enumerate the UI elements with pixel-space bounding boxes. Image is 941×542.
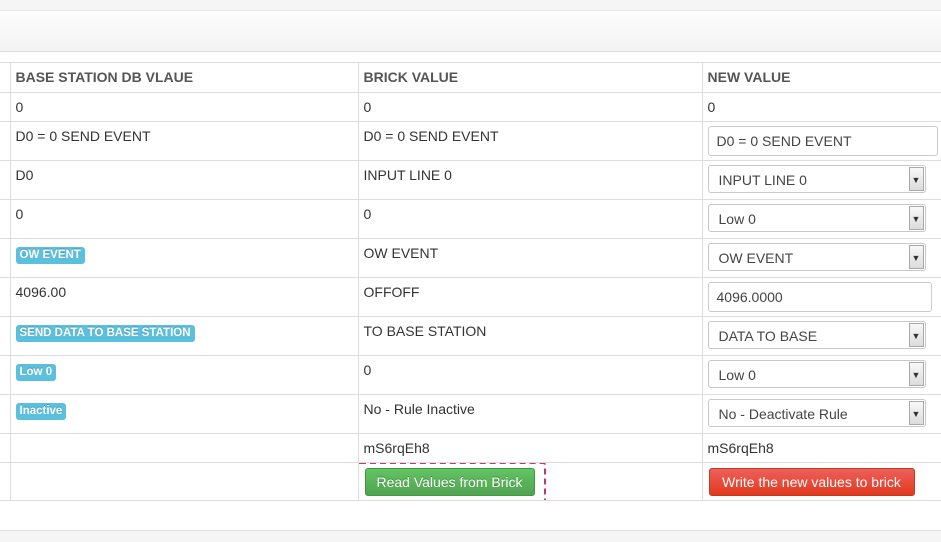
row-label-cell [0,463,10,502]
db-value-cell: Low 0 [10,356,358,395]
brick-value-cell: OW EVENT [358,239,702,278]
brick-value-cell: 0 [358,356,702,395]
threshold-input[interactable]: 4096.0000 [708,282,932,312]
db-value-cell: 0 [10,200,358,239]
db-value-cell [10,434,358,463]
select-value: OW EVENT [719,244,794,272]
rule-active-select[interactable]: No - Deactivate Rule ▼ [708,399,926,427]
chevron-down-icon[interactable]: ▼ [909,245,924,269]
brick-value-cell: No - Rule Inactive [358,395,702,434]
chevron-down-icon[interactable]: ▼ [909,401,924,425]
new-value-cell: DATA TO BASE ▼ [702,317,941,356]
db-value-cell: D0 [10,161,358,200]
table-row: Inactive No - Rule Inactive No - Deactiv… [0,395,941,434]
brick-value-cell: TO BASE STATION [358,317,702,356]
input-line-select[interactable]: INPUT LINE 0 ▼ [708,165,926,193]
column-header-new-value: NEW VALUE [702,63,941,93]
event-name-input[interactable]: D0 = 0 SEND EVENT [708,126,938,156]
table-row: D0 = 0 SEND EVENT D0 = 0 SEND EVENT D0 =… [0,122,941,161]
write-action-area: Write the new values to brick [703,463,941,501]
new-value-cell: INPUT LINE 0 ▼ [702,161,941,200]
status-badge: SEND DATA TO BASE STATION [16,325,195,342]
new-value-cell: 0 [702,93,941,122]
table-row: 4096.00 OFFOFF 4096.0000 [0,278,941,317]
top-strip [0,0,941,11]
table-row: SEND DATA TO BASE STATION TO BASE STATIO… [0,317,941,356]
row-label-cell [0,239,10,278]
db-value-cell: D0 = 0 SEND EVENT [10,122,358,161]
select-value: No - Deactivate Rule [719,400,848,428]
brick-value-cell: INPUT LINE 0 [358,161,702,200]
chevron-down-icon[interactable]: ▼ [909,206,924,230]
new-value-cell: Low 0 ▼ [702,356,941,395]
chevron-down-icon[interactable]: ▼ [909,362,924,386]
status-badge: Inactive [16,403,67,420]
brick-value-cell: D0 = 0 SEND EVENT [358,122,702,161]
table-row: 0 0 0 [0,93,941,122]
footer-strip [0,530,941,542]
level-select[interactable]: Low 0 ▼ [708,204,926,232]
row-label-cell [0,278,10,317]
brick-values-table: BASE STATION DB VLAUE BRICK VALUE NEW VA… [0,62,941,501]
header-bar [0,11,941,52]
new-value-cell: D0 = 0 SEND EVENT [702,122,941,161]
bottom-spacer [0,500,941,531]
read-action-area: Read Values from Brick [359,463,702,501]
status-badge: OW EVENT [16,247,85,264]
row-label-cell [0,434,10,463]
select-value: DATA TO BASE [719,322,818,350]
db-value-cell: 4096.00 [10,278,358,317]
new-value-cell: 4096.0000 [702,278,941,317]
new-value-cell: Low 0 ▼ [702,200,941,239]
event-type-select[interactable]: OW EVENT ▼ [708,243,926,271]
row-label-header [0,63,10,93]
chevron-down-icon[interactable]: ▼ [909,167,924,191]
brick-value-cell: OFFOFF [358,278,702,317]
chevron-down-icon[interactable]: ▼ [909,323,924,347]
select-value: Low 0 [719,205,756,233]
db-value-cell: OW EVENT [10,239,358,278]
write-action-cell: Write the new values to brick [702,463,941,502]
row-label-cell [0,317,10,356]
column-header-db-value: BASE STATION DB VLAUE [10,63,358,93]
select-value: INPUT LINE 0 [719,166,807,194]
table-row: D0 INPUT LINE 0 INPUT LINE 0 ▼ [0,161,941,200]
row-label-cell [0,395,10,434]
actions-empty-cell [10,463,358,502]
table-row: Low 0 0 Low 0 ▼ [0,356,941,395]
brick-value-cell: mS6rqEh8 [358,434,702,463]
read-values-button[interactable]: Read Values from Brick [365,468,535,496]
status-badge: Low 0 [16,364,57,381]
row-label-cell [0,200,10,239]
brick-values-table-wrap: BASE STATION DB VLAUE BRICK VALUE NEW VA… [0,62,941,501]
new-value-cell: No - Deactivate Rule ▼ [702,395,941,434]
table-row: 0 0 Low 0 ▼ [0,200,941,239]
select-value: Low 0 [719,361,756,389]
row-label-cell [0,93,10,122]
read-action-cell: Read Values from Brick [358,463,702,502]
new-value-cell: mS6rqEh8 [702,434,941,463]
column-header-brick-value: BRICK VALUE [358,63,702,93]
brick-value-cell: 0 [358,200,702,239]
db-value-cell: 0 [10,93,358,122]
default-level-select[interactable]: Low 0 ▼ [708,360,926,388]
brick-value-cell: 0 [358,93,702,122]
row-label-cell [0,161,10,200]
db-value-cell: SEND DATA TO BASE STATION [10,317,358,356]
new-value-cell: OW EVENT ▼ [702,239,941,278]
row-label-cell [0,122,10,161]
write-values-button[interactable]: Write the new values to brick [709,468,915,496]
db-value-cell: Inactive [10,395,358,434]
row-label-cell [0,356,10,395]
table-row: mS6rqEh8 mS6rqEh8 [0,434,941,463]
table-header-row: BASE STATION DB VLAUE BRICK VALUE NEW VA… [0,63,941,93]
actions-row: Read Values from Brick Write the new val… [0,463,941,502]
action-select[interactable]: DATA TO BASE ▼ [708,321,926,349]
table-row: OW EVENT OW EVENT OW EVENT ▼ [0,239,941,278]
